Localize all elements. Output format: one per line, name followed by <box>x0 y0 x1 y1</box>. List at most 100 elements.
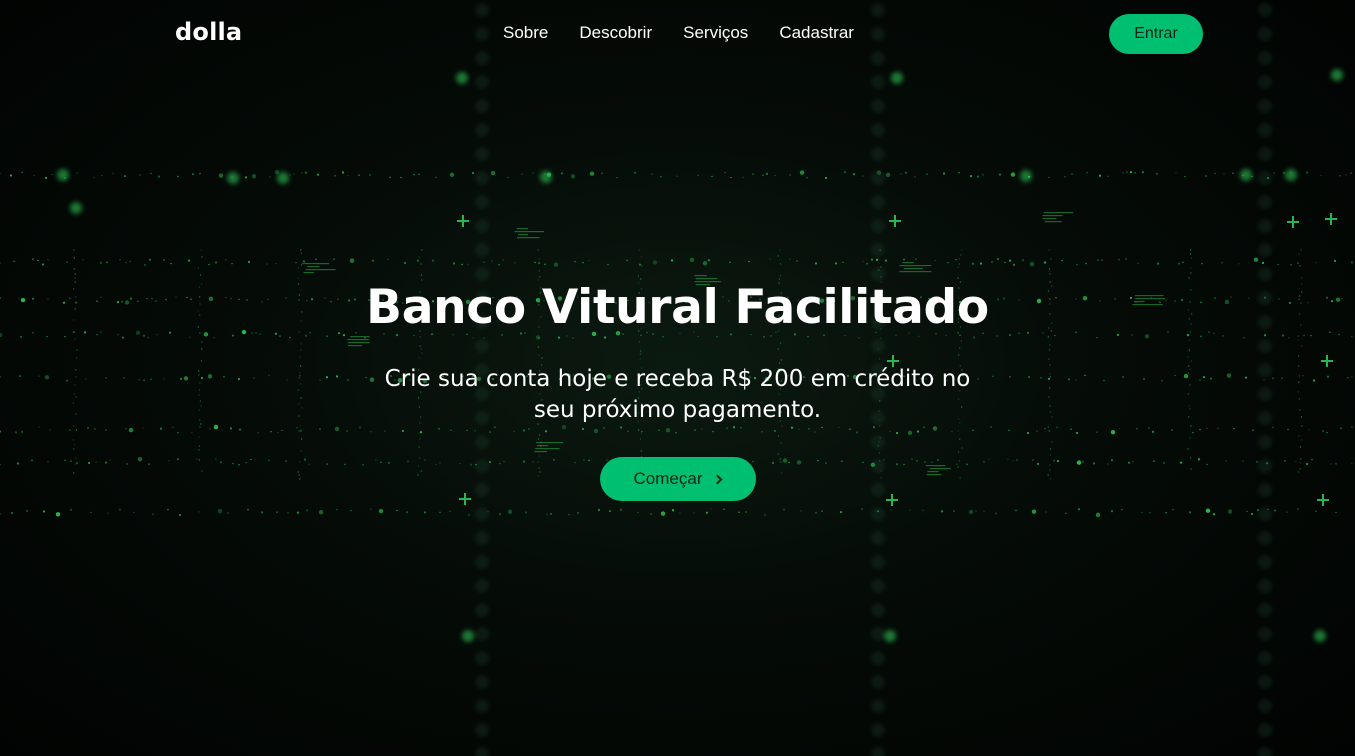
particle <box>861 508 863 510</box>
particle <box>1129 170 1133 174</box>
particle <box>99 261 103 264</box>
particle <box>305 509 309 512</box>
particle <box>958 171 960 174</box>
particle <box>934 259 936 262</box>
particle <box>1258 123 1272 137</box>
particle <box>633 171 637 174</box>
logo[interactable]: dolla <box>175 18 242 46</box>
particle <box>871 243 885 257</box>
nav-link-sobre[interactable]: Sobre <box>503 23 548 42</box>
particle <box>247 260 251 264</box>
particle <box>582 261 584 264</box>
particle <box>521 173 523 175</box>
particle <box>420 263 422 265</box>
particle <box>274 169 280 175</box>
particle <box>1172 509 1174 511</box>
particle <box>435 176 437 178</box>
particle <box>1050 258 1052 260</box>
particle <box>1258 675 1272 689</box>
particle <box>1190 272 1192 274</box>
particle <box>871 99 885 113</box>
particle <box>378 508 384 514</box>
particle <box>73 257 76 259</box>
particle <box>871 603 885 617</box>
particle <box>10 511 14 515</box>
particle <box>93 176 95 179</box>
particle <box>891 72 903 84</box>
particle <box>70 509 72 511</box>
particle <box>538 258 541 260</box>
particle <box>765 172 769 175</box>
particle <box>788 173 792 177</box>
nav-menu: Sobre Descobrir Serviços Cadastrar <box>503 23 885 43</box>
signin-button[interactable]: Entrar <box>1109 14 1203 54</box>
particle <box>1290 264 1292 266</box>
particle <box>475 747 489 756</box>
particle <box>697 174 699 177</box>
particle <box>1277 263 1279 266</box>
particle <box>1232 172 1234 174</box>
particle <box>457 215 469 227</box>
particle <box>74 277 76 279</box>
particle <box>903 258 905 261</box>
particle <box>475 99 489 113</box>
particle <box>1004 261 1006 264</box>
particle <box>871 147 885 161</box>
particle <box>651 173 653 175</box>
particle <box>862 175 864 177</box>
particle <box>296 511 300 514</box>
particle <box>871 699 885 713</box>
hero-title: Banco Vitural Facilitado <box>366 280 989 335</box>
particle <box>574 261 576 263</box>
particle <box>0 262 1 264</box>
particle <box>266 263 268 265</box>
particle <box>475 75 489 89</box>
particle <box>1189 253 1192 255</box>
particle <box>979 262 983 265</box>
particle <box>1299 265 1301 267</box>
nav-link-descobrir[interactable]: Descobrir <box>579 23 652 42</box>
particle <box>1300 277 1303 279</box>
particle <box>167 508 169 511</box>
particle <box>251 174 257 179</box>
particle <box>1048 268 1051 270</box>
particle <box>1258 219 1272 233</box>
particle <box>475 699 489 713</box>
particle <box>1121 508 1123 511</box>
nav-link-cadastrar[interactable]: Cadastrar <box>779 23 854 42</box>
start-button[interactable]: Começar <box>599 457 756 502</box>
particle <box>133 511 135 514</box>
particle <box>208 263 210 266</box>
particle <box>976 175 980 178</box>
particle <box>619 508 623 511</box>
particle <box>702 260 708 266</box>
particle <box>33 174 35 177</box>
particle <box>218 173 224 178</box>
particle <box>1258 699 1272 713</box>
particle <box>157 175 161 178</box>
particle <box>560 172 564 175</box>
particle <box>418 256 420 258</box>
particle <box>1205 508 1211 513</box>
nav-link-servicos[interactable]: Serviços <box>683 23 748 42</box>
particle <box>42 510 46 513</box>
particle <box>844 171 846 173</box>
particle <box>1178 263 1180 265</box>
particle <box>275 262 277 265</box>
particle <box>1118 259 1120 261</box>
particle <box>724 171 726 174</box>
particle <box>958 258 960 260</box>
particle <box>1335 511 1337 514</box>
particle <box>452 262 456 265</box>
particle <box>806 177 808 179</box>
particle <box>940 510 944 513</box>
particle <box>475 123 489 137</box>
particle <box>475 651 489 665</box>
particle <box>729 261 731 263</box>
particle <box>796 260 798 262</box>
particle <box>507 176 509 179</box>
particle <box>693 512 695 514</box>
hero-subtitle: Crie sua conta hoje e receba R$ 200 em c… <box>384 366 971 424</box>
particle <box>532 172 534 174</box>
particle <box>303 272 315 274</box>
